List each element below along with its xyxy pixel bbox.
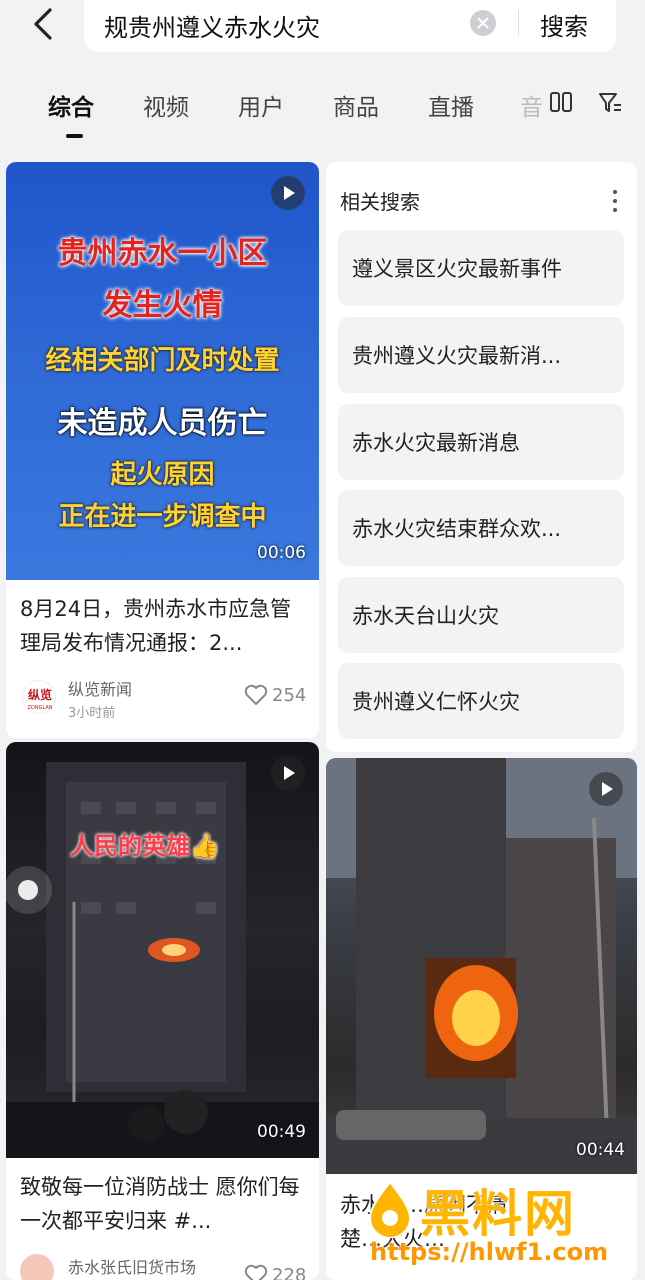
search-header: 规贵州遵义赤水火灾 搜索 [0,0,645,56]
author-name[interactable]: 赤水张氏旧货市场 [68,1254,196,1278]
thumb-caption-line: 正在进一步调查中 [58,502,267,532]
tab-video[interactable]: 视频 [143,88,189,122]
watermark-url: https://hlwf1.com [370,1238,609,1266]
related-search-label: 贵州遵义火灾最新消... [352,344,562,368]
watermark-brand: 黑料网 [420,1185,576,1243]
active-tab-indicator [66,134,83,138]
related-search-item[interactable]: 赤水天台山火灾 [338,577,624,653]
tab-music[interactable]: 音 [520,88,543,122]
related-search-item[interactable]: 贵州遵义火灾最新消... [338,317,624,393]
related-search-label: 赤水天台山火灾 [352,604,499,628]
related-search-label: 赤水火灾最新消息 [352,431,520,455]
tab-users[interactable]: 用户 [238,88,284,122]
thumb-caption: 人民的英雄👍 [70,832,220,860]
watermark-logo-icon [366,1180,414,1239]
like-count: 228 [272,1265,307,1280]
video-thumbnail[interactable]: 贵州赤水一小区 发生火情 经相关部门及时处置 未造成人员伤亡 起火原因 正在进一… [6,162,319,580]
video-duration: 00:44 [576,1140,625,1160]
related-search-label: 赤水火灾结束群众欢... [352,517,562,541]
category-tabs: 综合 视频 用户 商品 直播 音 [0,80,645,140]
tab-live[interactable]: 直播 [428,88,474,122]
heart-icon[interactable] [244,684,268,706]
video-title[interactable]: 致敬每一位消防战士 愿你们每一次都平安归来 #... [20,1170,308,1238]
video-thumbnail[interactable]: 00:44 [326,758,637,1174]
video-title[interactable]: 8月24日，贵州赤水市应急管理局发布情况通报：2... [20,592,308,660]
related-searches-title: 相关搜索 [340,190,420,214]
search-input[interactable]: 规贵州遵义赤水火灾 搜索 [84,0,616,52]
back-arrow-icon[interactable] [28,4,64,44]
play-icon [589,772,623,806]
video-card[interactable]: 贵州赤水一小区 发生火情 经相关部门及时处置 未造成人员伤亡 起火原因 正在进一… [6,162,319,738]
author-avatar[interactable] [20,1254,54,1280]
author-logo-text: 纵览 [28,687,52,702]
author-avatar[interactable]: 纵览 ZONGLAN [22,680,56,714]
related-search-item[interactable]: 贵州遵义仁怀火灾 [338,663,624,739]
more-options-icon[interactable] [612,190,618,214]
divider [518,10,519,36]
search-query[interactable]: 规贵州遵义赤水火灾 [104,8,320,43]
video-thumbnail[interactable]: 人民的英雄👍 00:49 [6,742,319,1158]
search-button[interactable]: 搜索 [540,7,588,42]
heart-icon[interactable] [244,1264,268,1280]
related-searches-panel: 相关搜索 遵义景区火灾最新事件 贵州遵义火灾最新消... 赤水火灾最新消息 赤水… [326,162,637,752]
play-icon [271,176,305,210]
author-name[interactable]: 纵览新闻 [68,676,132,700]
video-card[interactable]: 人民的英雄👍 00:49 致敬每一位消防战士 愿你们每一次都平安归来 #... … [6,742,319,1280]
thumb-caption-line: 经相关部门及时处置 [45,346,280,376]
tab-comprehensive[interactable]: 综合 [48,88,94,122]
fire-building-scene [326,758,637,1174]
video-duration: 00:49 [257,1122,306,1142]
watermark: 黑料网 https://hlwf1.com [360,1172,642,1276]
related-search-item[interactable]: 遵义景区火灾最新事件 [338,230,624,306]
filter-icon[interactable] [598,92,622,114]
night-building-scene [6,762,319,1158]
video-duration: 00:06 [257,543,306,563]
related-search-label: 贵州遵义仁怀火灾 [352,690,520,714]
related-search-item[interactable]: 赤水火灾结束群众欢... [338,490,624,566]
thumb-caption-line: 未造成人员伤亡 [57,406,268,441]
thumb-caption-line: 贵州赤水一小区 [57,236,268,271]
post-time: 3小时前 [68,706,116,721]
thumb-caption-line: 起火原因 [110,460,215,490]
thumb-caption-line: 发生火情 [102,288,223,323]
tab-products[interactable]: 商品 [333,88,379,122]
related-search-label: 遵义景区火灾最新事件 [352,257,562,281]
clear-icon[interactable] [470,10,496,36]
play-icon [271,756,305,790]
like-count: 254 [272,685,307,706]
layout-toggle-icon[interactable] [550,92,572,112]
related-search-item[interactable]: 赤水火灾最新消息 [338,404,624,480]
author-logo-subtext: ZONGLAN [27,705,52,711]
